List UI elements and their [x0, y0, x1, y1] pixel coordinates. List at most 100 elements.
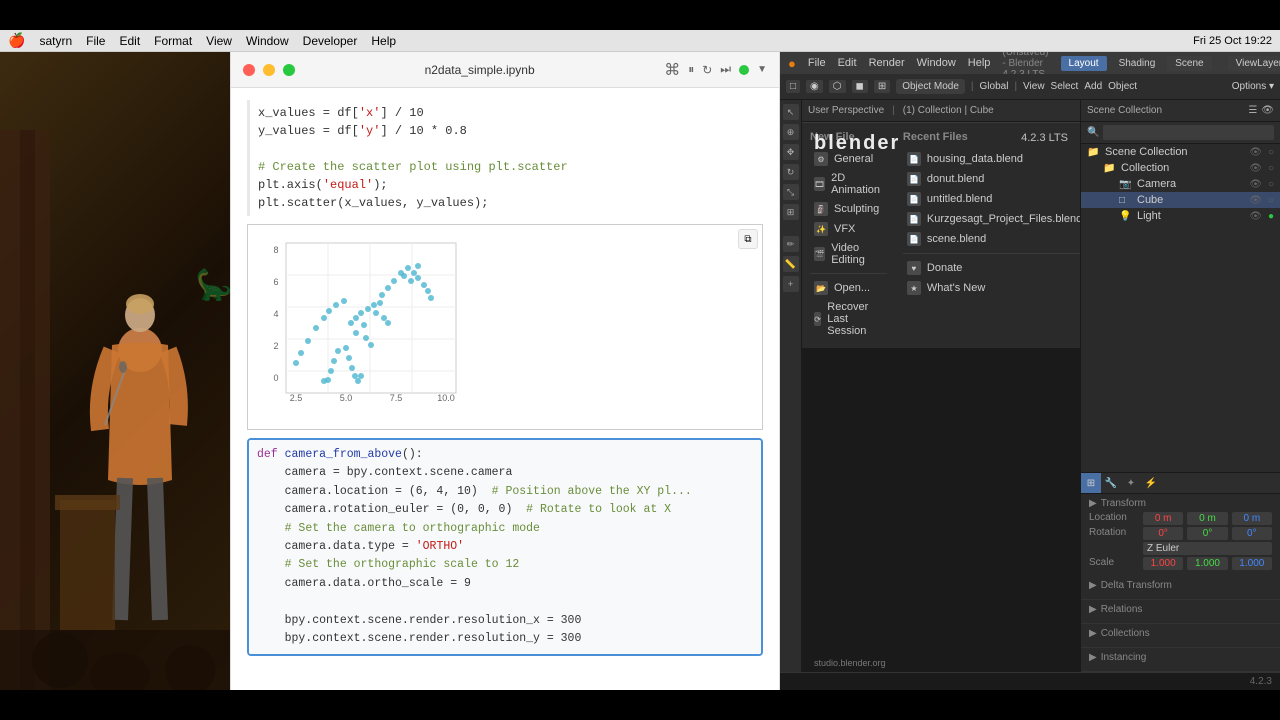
add-menu[interactable]: Add — [1084, 81, 1102, 92]
menubar-help[interactable]: Help — [371, 34, 396, 48]
camera-eye-icon[interactable]: 👁 — [1249, 179, 1262, 190]
collection-hide-icon[interactable]: ○ — [1268, 163, 1274, 174]
tool-scale[interactable]: ⤡ — [783, 184, 799, 200]
menubar-developer[interactable]: Developer — [303, 34, 358, 48]
tool-transform[interactable]: ⊞ — [783, 204, 799, 220]
tl-green[interactable] — [283, 64, 295, 76]
splash-item-sculpting[interactable]: 🗿 Sculpting — [810, 199, 887, 219]
scale-x[interactable]: 1.000 — [1143, 557, 1183, 570]
viewport-global-btn[interactable]: Global — [980, 81, 1009, 92]
outliner-light[interactable]: 💡 Light 👁 ● — [1081, 208, 1280, 224]
scene-hide-icon[interactable]: ○ — [1268, 147, 1274, 158]
rotation-z[interactable]: 0° — [1232, 527, 1272, 540]
properties-tab-object[interactable]: ⊞ — [1081, 473, 1101, 493]
header-render-icon[interactable]: ◉ — [806, 80, 823, 93]
menubar-edit[interactable]: Edit — [119, 34, 140, 48]
recent-item-4[interactable]: 📄 scene.blend — [903, 229, 1080, 249]
cube-eye-icon[interactable]: 👁 — [1249, 195, 1262, 206]
view-menu[interactable]: View — [1023, 81, 1045, 92]
properties-tab-particles[interactable]: ✦ — [1121, 473, 1141, 493]
object-mode-btn[interactable]: Object Mode — [896, 79, 965, 94]
splash-donate-btn[interactable]: ♥ Donate — [903, 258, 1080, 278]
collections-title[interactable]: ▶ Collections — [1089, 628, 1272, 639]
splash-item-videoediting[interactable]: 🎬 Video Editing — [810, 239, 887, 269]
rotation-x[interactable]: 0° — [1143, 527, 1183, 540]
tool-annotate[interactable]: ✏ — [783, 236, 799, 252]
outliner-collection[interactable]: 📁 Collection 👁 ○ — [1081, 160, 1280, 176]
tab-shading[interactable]: Shading — [1119, 58, 1156, 69]
outliner-scene-collection[interactable]: 📁 Scene Collection 👁 ○ — [1081, 144, 1280, 160]
scene-eye-icon[interactable]: 👁 — [1249, 147, 1262, 158]
menubar-window[interactable]: Window — [246, 34, 289, 48]
tab-scene[interactable]: Scene — [1167, 56, 1211, 71]
tab-layout[interactable]: Layout — [1061, 56, 1107, 71]
outliner-camera[interactable]: 📷 Camera 👁 ○ — [1081, 176, 1280, 192]
light-active-icon[interactable]: ● — [1268, 211, 1274, 222]
splash-recover-btn[interactable]: ⟳ Recover Last Session — [810, 298, 887, 340]
scale-z[interactable]: 1.000 — [1232, 557, 1272, 570]
light-eye-icon[interactable]: 👁 — [1249, 211, 1262, 222]
location-y[interactable]: 0 m — [1187, 512, 1227, 525]
header-shader-icon[interactable]: ⊞ — [874, 80, 890, 93]
camera-hide-icon[interactable]: ○ — [1268, 179, 1274, 190]
cube-hide-icon[interactable]: ○ — [1268, 195, 1274, 206]
splash-item-vfx[interactable]: ✨ VFX — [810, 219, 887, 239]
location-z[interactable]: 0 m — [1232, 512, 1272, 525]
copy-button[interactable]: ⧉ — [738, 229, 758, 249]
object-menu[interactable]: Object — [1108, 81, 1137, 92]
menubar-view[interactable]: View — [206, 34, 232, 48]
outliner-cube[interactable]: □ Cube 👁 ○ — [1081, 192, 1280, 208]
recent-item-0[interactable]: 📄 housing_data.blend — [903, 149, 1080, 169]
tl-yellow[interactable] — [263, 64, 275, 76]
tool-select[interactable]: ↖ — [783, 104, 799, 120]
toolbar-expand[interactable]: ▼ — [757, 64, 767, 75]
header-mesh-icon[interactable]: □ — [786, 80, 800, 93]
collection-eye-icon[interactable]: 👁 — [1249, 163, 1262, 174]
select-menu[interactable]: Select — [1051, 81, 1079, 92]
delta-transform-title[interactable]: ▶ Delta Transform — [1089, 580, 1272, 591]
tool-rotate[interactable]: ↻ — [783, 164, 799, 180]
refresh-icon[interactable]: ↻ — [702, 63, 712, 77]
splash-open-btn[interactable]: 📂 Open... — [810, 278, 887, 298]
menubar-file[interactable]: File — [86, 34, 105, 48]
tool-move[interactable]: ✥ — [783, 144, 799, 160]
viewport-label[interactable]: ViewLayer — [1228, 56, 1280, 71]
tl-red[interactable] — [243, 64, 255, 76]
transform-chevron[interactable]: ▶ — [1089, 498, 1097, 509]
menubar-format[interactable]: Format — [154, 34, 192, 48]
properties-tab-modifier[interactable]: 🔧 — [1101, 473, 1121, 493]
recent-item-3[interactable]: 📄 Kurzgesagt_Project_Files.blend — [903, 209, 1080, 229]
tool-add[interactable]: + — [783, 276, 799, 292]
header-material-icon[interactable]: ⬡ — [829, 80, 846, 93]
scale-y[interactable]: 1.000 — [1187, 557, 1227, 570]
properties-tab-physics[interactable]: ⚡ — [1141, 473, 1161, 493]
skip-icon[interactable]: ⏭ — [720, 62, 731, 77]
relations-title[interactable]: ▶ Relations — [1089, 604, 1272, 615]
location-x[interactable]: 0 m — [1143, 512, 1183, 525]
pause-icon[interactable]: ⏸ — [688, 62, 694, 77]
options-btn[interactable]: Options ▾ — [1232, 81, 1274, 92]
menubar-app[interactable]: satyrn — [39, 34, 72, 48]
recent-item-2[interactable]: 📄 untitled.blend — [903, 189, 1080, 209]
header-texture-icon[interactable]: ◼ — [852, 80, 868, 93]
code-cell-1[interactable]: x_values = df['x'] / 10 y_values = df['y… — [247, 100, 763, 216]
splash-whatsnew-btn[interactable]: ★ What's New — [903, 278, 1080, 298]
apple-menu[interactable]: 🍎 — [8, 32, 25, 49]
tool-cursor[interactable]: ⊕ — [783, 124, 799, 140]
blender-menu-file[interactable]: File — [808, 57, 826, 69]
blender-menu-window[interactable]: Window — [917, 57, 956, 69]
active-code-cell[interactable]: def camera_from_above(): camera = bpy.co… — [247, 438, 763, 656]
blender-menu-render[interactable]: Render — [869, 57, 905, 69]
outliner-visibility-icon[interactable]: 👁 — [1261, 105, 1274, 116]
outliner-filter-icon[interactable]: ☰ — [1248, 105, 1257, 116]
tool-measure[interactable]: 📏 — [783, 256, 799, 272]
outliner-search-input[interactable] — [1103, 125, 1274, 140]
blender-splash[interactable]: blender 4.2.3 LTS studio.blender.org New… — [802, 122, 1080, 672]
blender-menu-edit[interactable]: Edit — [838, 57, 857, 69]
splash-item-2danim[interactable]: 🎞 2D Animation — [810, 169, 887, 199]
instancing-title[interactable]: ▶ Instancing — [1089, 652, 1272, 663]
recent-item-1[interactable]: 📄 donut.blend — [903, 169, 1080, 189]
rotation-mode[interactable]: Z Euler — [1143, 542, 1272, 555]
rotation-y[interactable]: 0° — [1187, 527, 1227, 540]
jupyter-content[interactable]: x_values = df['x'] / 10 y_values = df['y… — [231, 88, 779, 690]
